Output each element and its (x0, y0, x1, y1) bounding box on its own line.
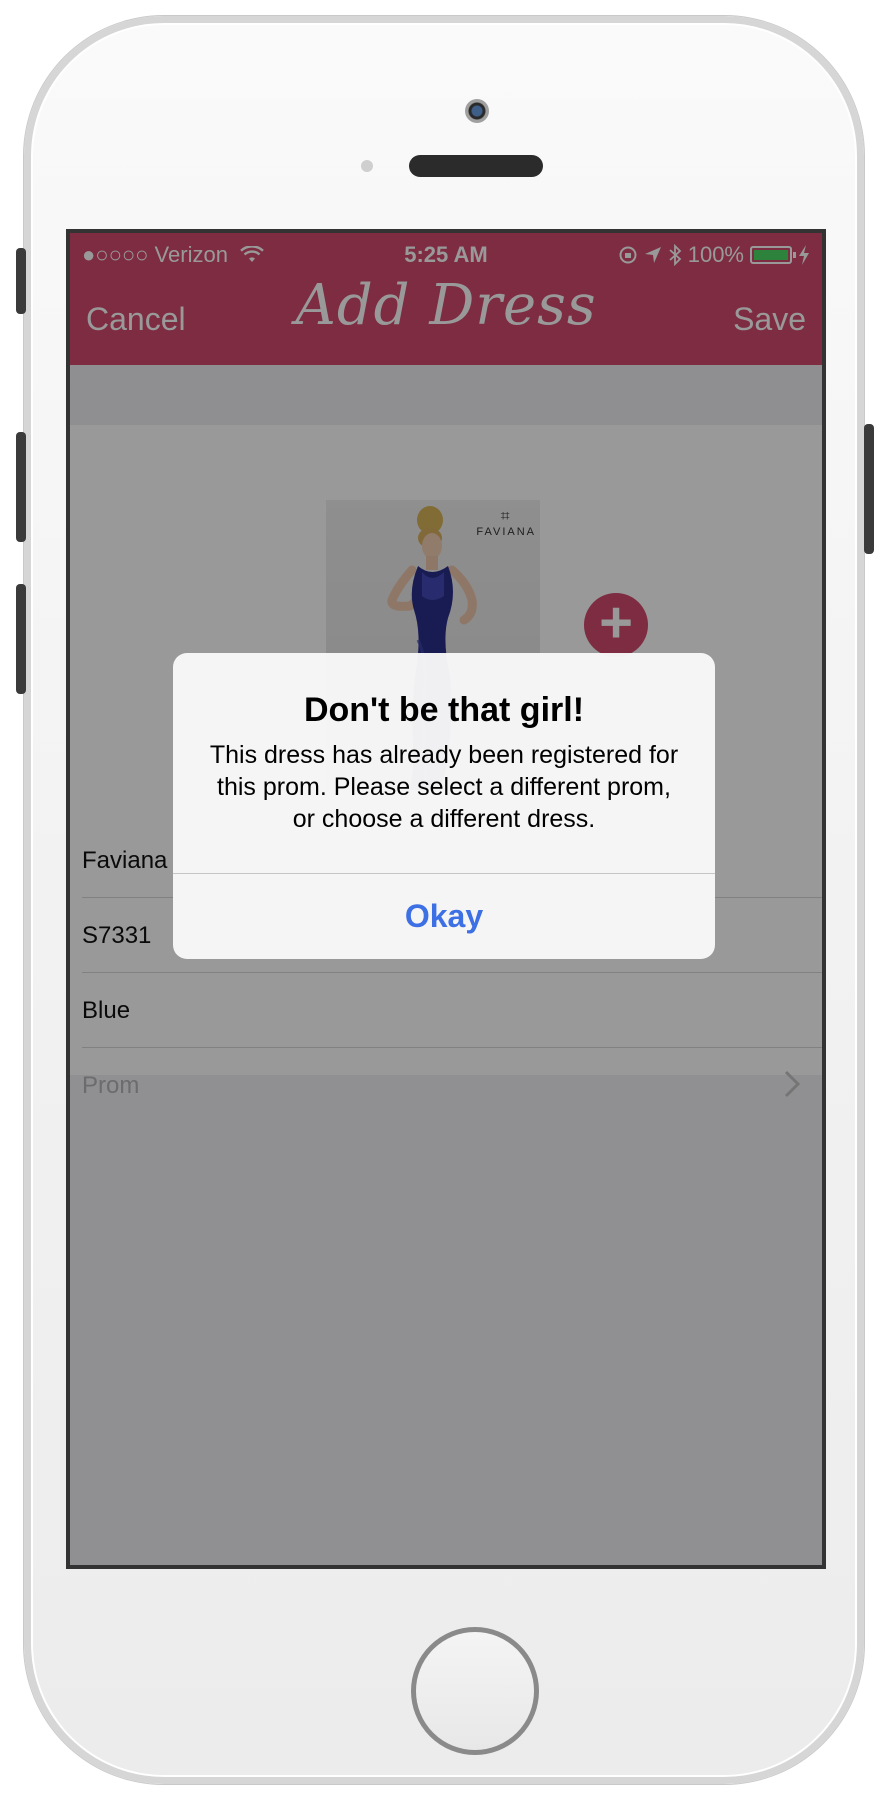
volume-up-button[interactable] (16, 432, 26, 542)
okay-button[interactable]: Okay (173, 874, 715, 959)
proximity-sensor (361, 160, 373, 172)
alert-dialog: Don't be that girl! This dress has alrea… (173, 653, 715, 959)
volume-down-button[interactable] (16, 584, 26, 694)
power-button[interactable] (864, 424, 874, 554)
alert-message: This dress has already been registered f… (209, 741, 679, 833)
alert-title: Don't be that girl! (303, 691, 585, 729)
earpiece-speaker (409, 155, 543, 177)
mute-switch[interactable] (16, 248, 26, 314)
home-button[interactable] (411, 1627, 539, 1755)
front-camera (465, 99, 489, 123)
phone-screen: ●○○○○ Verizon 5:25 AM 100% Cancel Add Dr… (66, 229, 826, 1569)
